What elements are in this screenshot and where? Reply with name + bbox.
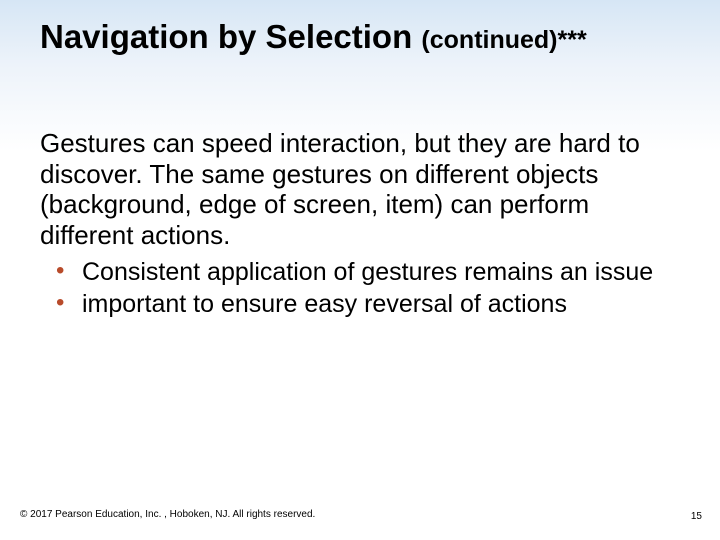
list-item: important to ensure easy reversal of act… [52, 289, 680, 320]
slide: Navigation by Selection (continued)*** G… [0, 0, 720, 540]
title-main: Navigation by Selection [40, 18, 421, 55]
body-paragraph: Gestures can speed interaction, but they… [40, 128, 680, 251]
page-number: 15 [691, 511, 702, 522]
bullet-list: Consistent application of gestures remai… [52, 257, 680, 320]
slide-title: Navigation by Selection (continued)*** [40, 18, 680, 56]
copyright-footer: © 2017 Pearson Education, Inc. , Hoboken… [20, 509, 315, 520]
slide-body: Gestures can speed interaction, but they… [40, 128, 680, 322]
title-sub: (continued)*** [421, 26, 586, 54]
list-item: Consistent application of gestures remai… [52, 257, 680, 288]
